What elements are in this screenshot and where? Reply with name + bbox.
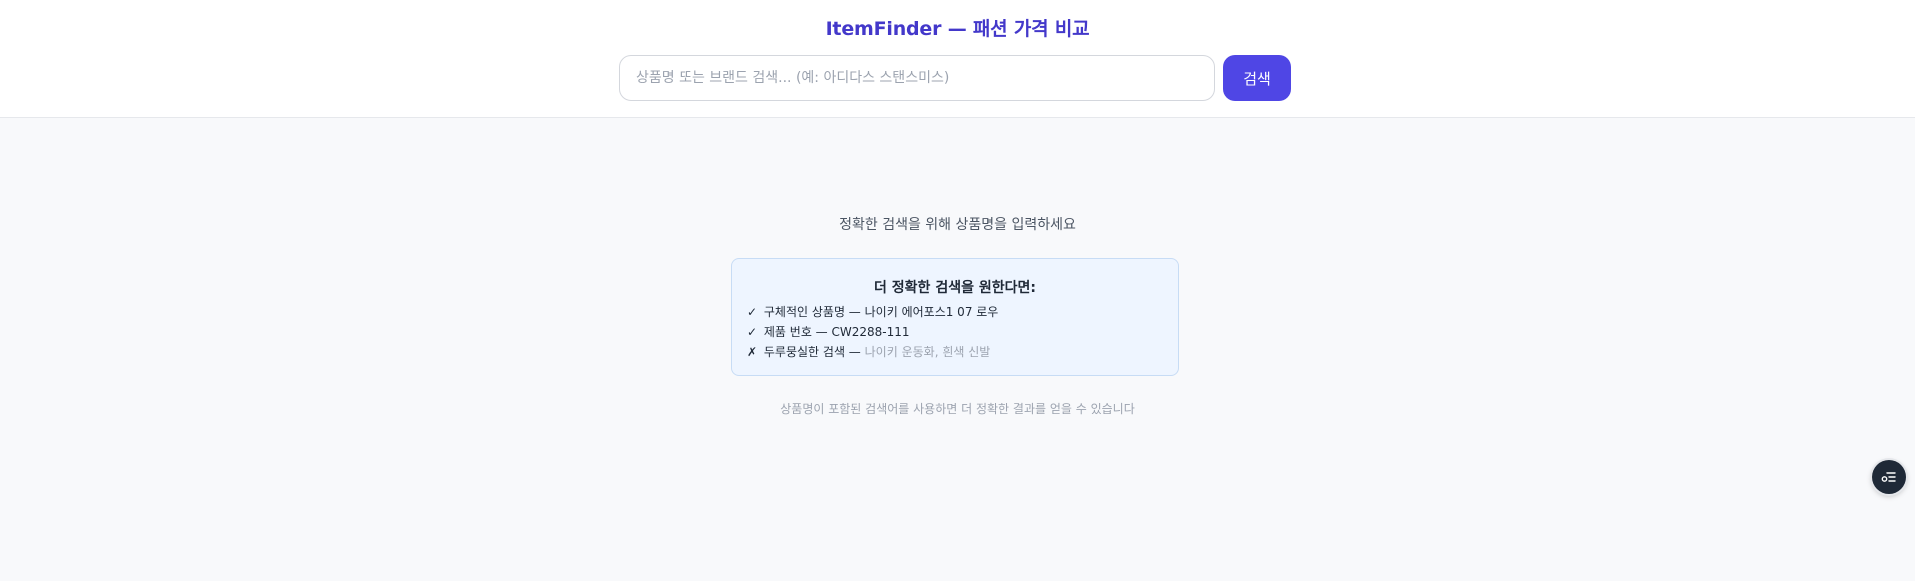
tip-example: 나이키 운동화, 흰색 신발 [864, 345, 991, 359]
tip-label: 구체적인 상품명 — [763, 305, 861, 319]
tip-label: 두루뭉실한 검색 — [763, 345, 861, 359]
tip-item: ✓ 제품 번호 — CW2288-111 [747, 323, 910, 340]
search-prompt: 정확한 검색을 위해 상품명을 입력하세요 [839, 217, 1076, 233]
search-tips-box: 더 정확한 검색을 원한다면: ✓ 구체적인 상품명 — 나이키 에어포스1 0… [731, 258, 1179, 376]
cross-icon: ✗ [747, 345, 758, 359]
tip-item: ✓ 구체적인 상품명 — 나이키 에어포스1 07 로우 [747, 303, 998, 320]
search-button[interactable]: 검색 [1223, 55, 1291, 101]
top-header: ItemFinder — 패션 가격 비교 검색 [0, 0, 1915, 118]
tips-title: 더 정확한 검색을 원한다면: [874, 280, 1036, 296]
app-title: ItemFinder — 패션 가격 비교 [825, 18, 1090, 40]
search-input[interactable] [619, 55, 1215, 101]
tip-label: 제품 번호 — [763, 325, 828, 339]
tip-example: 나이키 에어포스1 07 로우 [864, 305, 999, 319]
tip-example: CW2288-111 [831, 325, 910, 339]
check-icon: ✓ [747, 305, 758, 319]
tip-item: ✗ 두루뭉실한 검색 — 나이키 운동화, 흰색 신발 [747, 343, 990, 360]
filter-list-icon [1881, 472, 1896, 482]
check-icon: ✓ [747, 325, 758, 339]
search-footnote: 상품명이 포함된 검색어를 사용하면 더 정확한 결과를 얻을 수 있습니다 [780, 402, 1135, 416]
floating-action-button[interactable] [1872, 460, 1906, 494]
